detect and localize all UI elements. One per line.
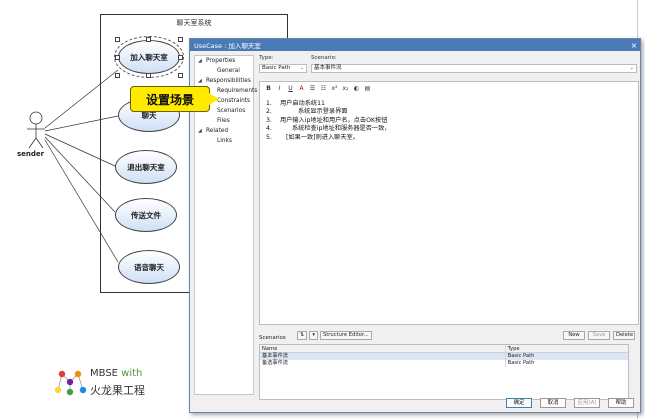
use-case-voice-chat[interactable]: 语音聊天: [118, 250, 180, 284]
ok-button[interactable]: 确定: [506, 398, 532, 408]
numbered-list-icon[interactable]: ☰: [308, 85, 317, 93]
column-header-name[interactable]: Name: [260, 345, 505, 352]
type-select[interactable]: Basic Path ⌄: [259, 64, 307, 73]
delete-button[interactable]: Delete: [613, 331, 635, 340]
actor-head: [29, 111, 43, 125]
spell-check-icon[interactable]: ◐: [352, 85, 361, 93]
apply-button[interactable]: 应用(A): [574, 398, 600, 408]
logo-icon: [54, 370, 87, 396]
nav-item-properties[interactable]: ◢ Properties: [195, 56, 253, 66]
use-case-join-chatroom[interactable]: 加入聊天室: [114, 36, 184, 78]
table-row[interactable]: 备选事件流 Basic Path: [260, 360, 628, 367]
dialog-title: UseCase : 加入聊天室: [194, 42, 261, 50]
resize-handle[interactable]: [146, 73, 151, 78]
step-row: 4. 系统检查ip地址和服务器是否一致，: [266, 125, 391, 133]
structure-editor-button[interactable]: Structure Editor...: [319, 331, 372, 340]
subscript-icon[interactable]: x₂: [341, 85, 350, 93]
font-color-icon[interactable]: A: [297, 85, 306, 93]
help-button[interactable]: 帮助: [608, 398, 634, 408]
nav-item-files[interactable]: Files: [195, 116, 253, 126]
pin-icon[interactable]: ▾: [309, 331, 318, 340]
expand-arrow-icon[interactable]: ◢: [198, 76, 202, 86]
resize-handle[interactable]: [115, 37, 120, 42]
resize-handle[interactable]: [178, 73, 183, 78]
expand-arrow-icon[interactable]: ◢: [198, 56, 202, 66]
scenario-steps: 1. 用户启动系统11 2. 系统显示登录界面 3. 用户输入ip地址和用户名，点击O…: [266, 100, 390, 142]
close-icon[interactable]: ×: [628, 41, 640, 50]
document-icon[interactable]: ▤: [363, 85, 372, 93]
column-header-type[interactable]: Type: [504, 345, 628, 352]
nav-item-general[interactable]: General: [195, 66, 253, 76]
dialog-titlebar: UseCase : 加入聊天室 ×: [190, 39, 640, 51]
italic-icon[interactable]: I: [275, 85, 284, 93]
use-case-send-file[interactable]: 传送文件: [115, 198, 177, 232]
scenario-tools: ⇅ ▾ Structure Editor...: [297, 331, 372, 340]
scenario-actions: New Save Delete: [563, 331, 635, 340]
nav-item-related[interactable]: ◢ Related: [195, 126, 253, 136]
superscript-icon[interactable]: x²: [330, 85, 339, 93]
resize-handle[interactable]: [115, 55, 120, 60]
logo-title: MBSE with: [90, 368, 143, 379]
step-row: 3. 用户输入ip地址和用户名，点击OK按钮: [266, 116, 388, 124]
table-row[interactable]: 基本事件流 Basic Path: [260, 353, 628, 360]
chevron-down-icon: ⌄: [629, 65, 634, 71]
chevron-down-icon: ⌄: [299, 65, 304, 71]
move-up-icon[interactable]: ⇅: [297, 331, 308, 340]
bullet-list-icon[interactable]: ☷: [319, 85, 328, 93]
new-button[interactable]: New: [563, 331, 585, 340]
callout-pointer: [209, 93, 219, 105]
cancel-button[interactable]: 取消: [540, 398, 566, 408]
step-row: 5. [如果一致]则进入聊天室。: [266, 133, 359, 141]
scenario-select[interactable]: 基本事件流 ⌄: [311, 64, 637, 73]
dialog-footer: 确定 取消 应用(A) 帮助: [506, 398, 634, 408]
editor-toolbar: B I U A ☰ ☷ x² x₂ ◐ ▤: [264, 85, 372, 93]
underline-icon[interactable]: U: [286, 85, 295, 93]
resize-handle[interactable]: [115, 73, 120, 78]
scenario-label: Scenario:: [311, 55, 337, 61]
save-button[interactable]: Save: [588, 331, 610, 340]
actor-label: sender: [17, 150, 45, 158]
nav-item-links[interactable]: Links: [195, 136, 253, 146]
scenario-steps-editor[interactable]: B I U A ☰ ☷ x² x₂ ◐ ▤ 1. 用户启动系统11 2. 系统显示登…: [259, 81, 639, 325]
step-row: 2. 系统显示登录界面: [266, 108, 348, 116]
scenarios-section-label: Scenarios: [259, 335, 286, 341]
use-case-properties-dialog: UseCase : 加入聊天室 × ◢ Properties General ◢ R…: [189, 38, 641, 413]
use-case-exit-chatroom[interactable]: 退出聊天室: [115, 150, 177, 184]
resize-handle[interactable]: [178, 37, 183, 42]
bold-icon[interactable]: B: [264, 85, 273, 93]
logo-subtitle: 火龙果工程: [90, 384, 145, 397]
type-label: Type:: [259, 55, 274, 61]
nav-item-responsibilities[interactable]: ◢ Responsibilities: [195, 76, 253, 86]
resize-handle[interactable]: [178, 55, 183, 60]
table-header: Name Type: [260, 345, 628, 353]
resize-handle[interactable]: [146, 37, 151, 42]
scenarios-table: Name Type 基本事件流 Basic Path 备选事件流 Basic P…: [259, 344, 629, 400]
callout-annotation: 设置场景: [130, 86, 210, 112]
expand-arrow-icon[interactable]: ◢: [198, 126, 202, 136]
